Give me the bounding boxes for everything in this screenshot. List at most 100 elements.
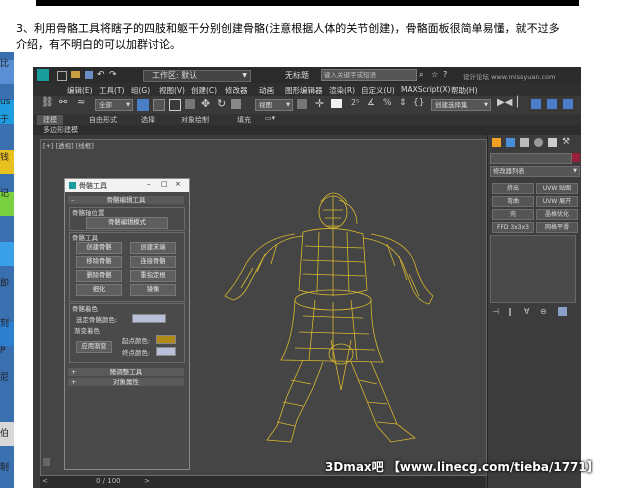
menu-rendering[interactable]: 渲染(R) [329, 85, 355, 96]
window-crossing-icon[interactable] [185, 99, 195, 109]
lattice-button[interactable]: 晶格优化 [536, 209, 578, 220]
snaps-toggle-icon[interactable]: 2⁵ [351, 98, 363, 110]
pin-stack-icon[interactable]: ⊣ [492, 307, 499, 316]
ribbon-tab-selection[interactable]: 选择 [141, 115, 155, 125]
menu-group[interactable]: 组(G) [131, 85, 150, 96]
curve-editor-icon[interactable] [563, 99, 573, 109]
remove-bone-button[interactable]: 移除骨骼 [76, 256, 122, 268]
time-prev-icon[interactable]: < [42, 477, 48, 485]
select-manipulate-icon[interactable]: ✛ [315, 97, 327, 110]
menu-create[interactable]: 创建(C) [191, 85, 217, 96]
open-folder-icon[interactable] [71, 71, 80, 78]
maximize-icon[interactable]: □ [161, 180, 168, 188]
menu-views[interactable]: 视图(V) [159, 85, 185, 96]
app-logo-icon[interactable] [37, 69, 49, 81]
create-end-button[interactable]: 创建末端 [130, 242, 176, 254]
reassign-root-button[interactable]: 重指定根 [130, 270, 176, 282]
connect-bones-button[interactable]: 连接骨骼 [130, 256, 176, 268]
hierarchy-tab-icon[interactable] [520, 138, 529, 147]
binoculars-icon[interactable]: ⌕ [419, 70, 423, 80]
ribbon-tab-object-paint[interactable]: 对象绘制 [181, 115, 209, 125]
meshsmooth-button[interactable]: 网格平滑 [536, 222, 578, 233]
selected-bone-color-swatch[interactable] [132, 314, 166, 323]
align-icon[interactable]: ▏ [517, 97, 529, 109]
modifier-list-dropdown[interactable]: 修改器列表 ▼ [490, 166, 580, 177]
time-next-icon[interactable]: > [144, 477, 150, 485]
save-icon[interactable] [85, 71, 93, 79]
delete-bone-button[interactable]: 删除骨骼 [76, 270, 122, 282]
star-icon[interactable]: ☆ [431, 70, 438, 79]
desktop-app-icon[interactable] [0, 242, 14, 266]
utilities-tab-icon[interactable]: ⚒ [562, 137, 570, 147]
apply-gradient-button[interactable]: 应用渐变 [76, 341, 112, 353]
make-unique-icon[interactable]: ∀ [524, 307, 529, 316]
named-selection-dropdown[interactable]: 创建选择集 ▼ [431, 99, 491, 111]
start-color-swatch[interactable] [156, 335, 176, 344]
rollout-bone-edit-tools[interactable]: – 骨骼编辑工具 [68, 196, 184, 204]
pivot-center-icon[interactable] [297, 99, 307, 109]
search-field[interactable]: 键入关键字或短语 [321, 69, 417, 81]
modifier-stack[interactable] [490, 235, 576, 303]
modify-tab-icon[interactable] [506, 138, 515, 147]
menu-maxscript[interactable]: MAXScript(X) [401, 85, 450, 94]
remove-modifier-icon[interactable]: ⊖ [540, 307, 547, 316]
shell-button[interactable]: 壳 [492, 209, 534, 220]
selection-filter-dropdown[interactable]: 全部 ▼ [95, 99, 133, 111]
create-tab-icon[interactable] [492, 138, 501, 147]
object-name-field[interactable] [490, 153, 572, 164]
keyboard-shortcut-icon[interactable] [331, 99, 342, 108]
unwrap-uvw-button[interactable]: UVW 展开 [536, 196, 578, 207]
extrude-button[interactable]: 挤出 [492, 183, 534, 194]
menu-edit[interactable]: 编辑(E) [67, 85, 93, 96]
ribbon-tab-modeling[interactable]: 建模 [37, 115, 63, 125]
perspective-viewport[interactable]: [+] [透视] [线框] 骨骼工具 – □ × – 骨骼编辑工具 骨骼轴位置 … [40, 139, 487, 476]
menu-graph-editors[interactable]: 图形编辑器 [285, 85, 323, 96]
minimize-icon[interactable]: – [147, 180, 151, 188]
graphite-toggle-icon[interactable] [547, 99, 557, 109]
angle-snap-icon[interactable]: ∡ [367, 98, 379, 110]
select-by-name-icon[interactable] [153, 99, 165, 111]
redo-icon[interactable]: ↷ [109, 70, 117, 80]
workspace-dropdown[interactable]: 工作区: 默认 ▼ [143, 70, 251, 82]
ribbon-tab-freeform[interactable]: 自由形式 [89, 115, 117, 125]
move-icon[interactable]: ✥ [201, 97, 213, 110]
close-icon[interactable]: × [175, 180, 181, 188]
ribbon-polygon-modeling[interactable]: 多边形建模 [43, 125, 78, 135]
select-object-icon[interactable] [137, 99, 149, 111]
menu-modifiers[interactable]: 修改器 [225, 85, 248, 96]
rollout-fin-adjustment[interactable]: + 鳍调整工具 [68, 368, 184, 376]
display-tab-icon[interactable] [548, 138, 557, 147]
configure-sets-icon[interactable] [558, 307, 567, 316]
end-color-swatch[interactable] [156, 347, 176, 356]
new-file-icon[interactable] [57, 71, 67, 81]
link-icon[interactable]: ⛓ [41, 97, 54, 109]
undo-icon[interactable]: ↶ [97, 70, 105, 80]
show-end-result-icon[interactable]: ‖ [508, 307, 512, 316]
mirror-icon[interactable]: ▶◀ [497, 97, 512, 109]
bind-space-warp-icon[interactable]: ≈ [77, 97, 89, 109]
uvw-map-button[interactable]: UVW 贴图 [536, 183, 578, 194]
scale-icon[interactable] [231, 99, 241, 109]
object-color-swatch[interactable] [572, 153, 580, 162]
ffd-button[interactable]: FFD 3x3x3 [492, 222, 534, 233]
menu-help[interactable]: 帮助(H) [451, 85, 478, 96]
menu-customize[interactable]: 自定义(U) [361, 85, 395, 96]
rotate-icon[interactable]: ↻ [217, 97, 229, 110]
spinner-snap-icon[interactable]: ⇕ [399, 98, 411, 110]
mirror-button[interactable]: 镜像 [130, 284, 176, 296]
edit-named-selection-icon[interactable]: {} [413, 98, 425, 110]
bend-button[interactable]: 弯曲 [492, 196, 534, 207]
help-icon[interactable]: ? [443, 70, 447, 79]
menu-tools[interactable]: 工具(T) [99, 85, 124, 96]
ribbon-options-icon[interactable]: ▭▾ [265, 114, 275, 122]
percent-snap-icon[interactable]: % [383, 98, 395, 110]
viewport-corner-icon[interactable] [43, 458, 50, 466]
create-bones-button[interactable]: 创建骨骼 [76, 242, 122, 254]
bone-edit-mode-button[interactable]: 骨骼编辑模式 [86, 217, 168, 229]
time-slider[interactable]: < 0 / 100 > [40, 476, 485, 488]
menu-animation[interactable]: 动画 [259, 85, 274, 96]
refine-button[interactable]: 细化 [76, 284, 122, 296]
rollout-object-properties[interactable]: + 对象属性 [68, 378, 184, 386]
unlink-icon[interactable]: ⚯ [59, 97, 71, 109]
rectangular-region-icon[interactable] [169, 99, 181, 111]
